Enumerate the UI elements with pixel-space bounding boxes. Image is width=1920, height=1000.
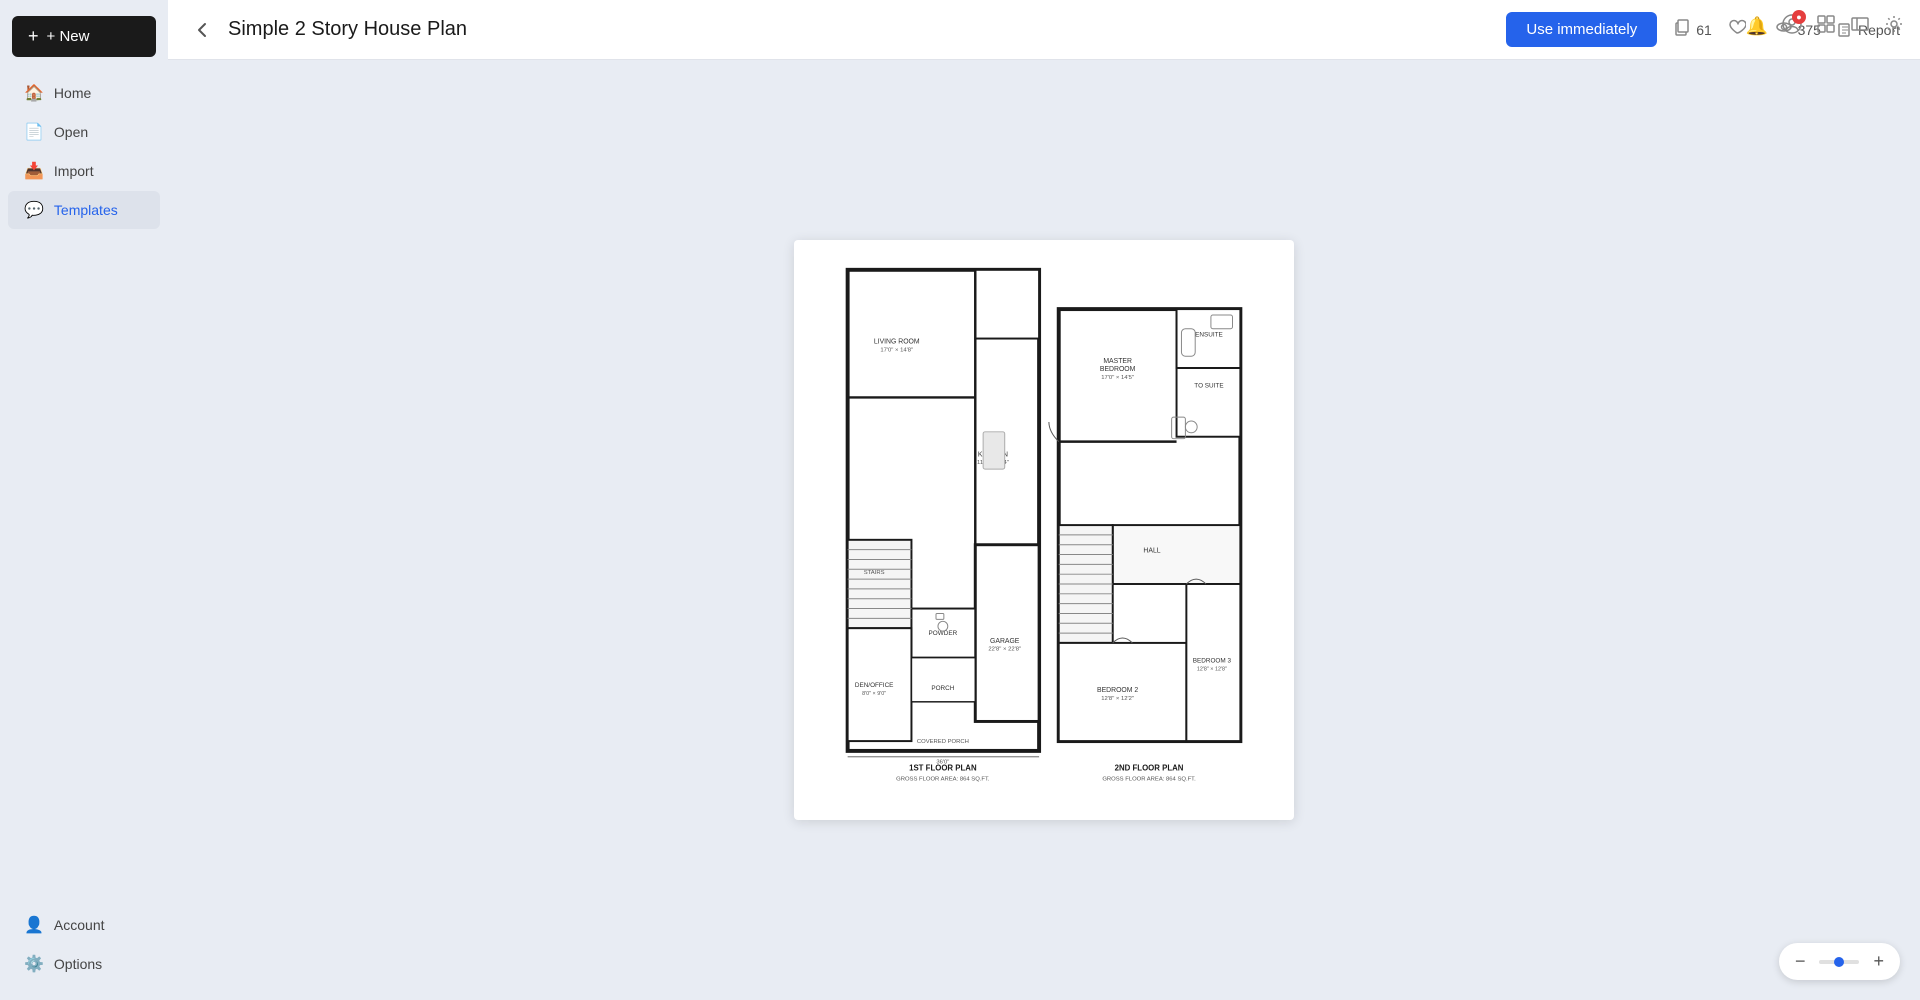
content-area: LIVING ROOM 17'0" × 14'8" KITCHEN 11'4" … (168, 60, 1920, 1000)
heart-icon (1728, 18, 1746, 41)
svg-text:GARAGE: GARAGE (990, 638, 1020, 645)
sidebar-item-home[interactable]: 🏠 Home (8, 74, 160, 112)
svg-text:GROSS FLOOR AREA: 864 SQ.FT.: GROSS FLOOR AREA: 864 SQ.FT. (896, 776, 990, 782)
svg-text:12'8" × 12'8": 12'8" × 12'8" (1197, 666, 1227, 672)
floorplan-svg: LIVING ROOM 17'0" × 14'8" KITCHEN 11'4" … (814, 260, 1274, 800)
plus-icon: + (28, 26, 39, 47)
home-icon: 🏠 (24, 83, 44, 103)
svg-text:STAIRS: STAIRS (864, 570, 885, 576)
svg-text:ENSUITE: ENSUITE (1195, 332, 1223, 339)
svg-text:8'0" × 9'0": 8'0" × 9'0" (862, 691, 886, 697)
back-button[interactable] (188, 16, 216, 44)
svg-text:BEDROOM: BEDROOM (1100, 366, 1136, 373)
sidebar-bottom: 👤 Account ⚙️ Options (0, 905, 168, 992)
svg-text:DEN/OFFICE: DEN/OFFICE (855, 682, 894, 689)
use-immediately-button[interactable]: Use immediately (1506, 12, 1657, 47)
zoom-indicator-dot (1834, 957, 1844, 967)
sidebar-item-label: Options (54, 956, 102, 972)
sidebar-item-label: Home (54, 85, 91, 101)
copy-icon (1673, 18, 1691, 41)
sidebar-item-label: Account (54, 917, 105, 933)
svg-text:BEDROOM 3: BEDROOM 3 (1193, 658, 1232, 665)
sidebar-item-options[interactable]: ⚙️ Options (8, 945, 160, 983)
window-icon[interactable] (1850, 14, 1870, 39)
svg-text:2ND FLOOR PLAN: 2ND FLOOR PLAN (1115, 764, 1184, 773)
sidebar-item-label: Open (54, 124, 88, 140)
svg-text:COVERED PORCH: COVERED PORCH (917, 739, 969, 745)
svg-text:12'8" × 12'2": 12'8" × 12'2" (1101, 696, 1134, 702)
svg-text:22'8" × 22'8": 22'8" × 22'8" (988, 647, 1021, 653)
svg-text:PORCH: PORCH (931, 685, 954, 692)
profile-badge: ● (1792, 10, 1806, 24)
sidebar-item-import[interactable]: 📥 Import (8, 152, 160, 190)
zoom-controls: − + (1779, 943, 1900, 980)
sidebar-item-label: Import (54, 163, 94, 179)
svg-text:17'0" × 14'5": 17'0" × 14'5" (1101, 375, 1134, 381)
new-button[interactable]: + + New (12, 16, 156, 57)
svg-text:MASTER: MASTER (1103, 358, 1132, 365)
topbar-icons: 🔔 ● (1746, 14, 1904, 39)
copy-count: 61 (1673, 18, 1712, 41)
svg-text:TO SUITE: TO SUITE (1194, 383, 1223, 390)
svg-text:HALL: HALL (1143, 548, 1160, 555)
main-area: Simple 2 Story House Plan Use immediatel… (168, 0, 1920, 1000)
account-icon: 👤 (24, 915, 44, 935)
open-icon: 📄 (24, 122, 44, 142)
sidebar-item-account[interactable]: 👤 Account (8, 906, 160, 944)
apps-icon[interactable] (1816, 14, 1836, 39)
svg-text:BEDROOM 2: BEDROOM 2 (1097, 687, 1138, 694)
options-icon: ⚙️ (24, 954, 44, 974)
settings-icon[interactable] (1884, 14, 1904, 39)
sidebar-item-label: Templates (54, 202, 118, 218)
zoom-in-button[interactable]: + (1865, 947, 1892, 976)
template-title: Simple 2 Story House Plan (228, 18, 1494, 41)
svg-text:GROSS FLOOR AREA: 864 SQ.FT.: GROSS FLOOR AREA: 864 SQ.FT. (1102, 776, 1196, 782)
svg-text:LIVING ROOM: LIVING ROOM (874, 338, 920, 345)
notification-icon[interactable]: 🔔 (1746, 16, 1768, 37)
zoom-indicator (1819, 960, 1859, 964)
header: Simple 2 Story House Plan Use immediatel… (168, 0, 1920, 60)
zoom-out-button[interactable]: − (1787, 947, 1814, 976)
sidebar-item-templates[interactable]: 💬 Templates (8, 191, 160, 229)
svg-text:17'0" × 14'8": 17'0" × 14'8" (880, 347, 913, 353)
templates-icon: 💬 (24, 200, 44, 220)
new-button-label: + New (47, 28, 90, 45)
sidebar: + + New 🏠 Home 📄 Open 📥 Import 💬 Templat… (0, 0, 168, 1000)
profile-icon[interactable]: ● (1782, 14, 1802, 39)
import-icon: 📥 (24, 161, 44, 181)
svg-text:36'0": 36'0" (936, 760, 949, 766)
copy-count-value: 61 (1696, 22, 1712, 38)
floorplan-preview: LIVING ROOM 17'0" × 14'8" KITCHEN 11'4" … (794, 240, 1294, 820)
sidebar-item-open[interactable]: 📄 Open (8, 113, 160, 151)
